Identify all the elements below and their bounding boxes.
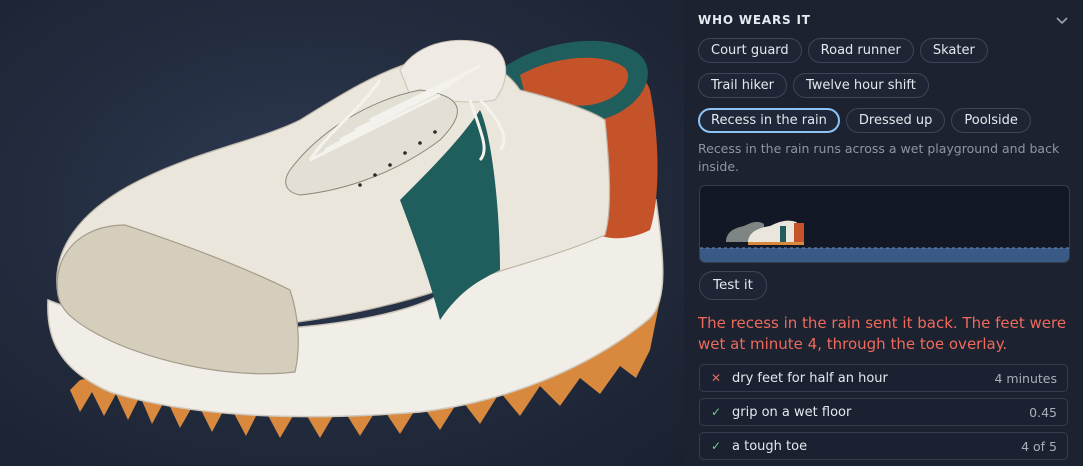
result-message: The recess in the rain sent it back. The…: [698, 314, 1067, 353]
check-label: dry feet for half an hour: [732, 370, 888, 386]
check-value: 0.45: [1029, 404, 1057, 420]
check-label: a tough toe: [732, 438, 808, 454]
check-value: 4 minutes: [994, 370, 1057, 386]
persona-chip-selected[interactable]: Recess in the rain: [698, 108, 840, 133]
check-list: ✕ dry feet for half an hour 4 minutes ✓ …: [699, 364, 1068, 466]
chevron-down-icon[interactable]: [1055, 13, 1069, 27]
persona-chip[interactable]: Twelve hour shift: [792, 73, 929, 98]
persona-chip[interactable]: Poolside: [951, 108, 1031, 133]
check-value: 4 of 5: [1021, 438, 1057, 454]
scenario-scene: [700, 220, 1069, 262]
persona-chips: Court guard Road runner Skater Trail hik…: [698, 38, 1070, 143]
check-row: ✕ dry feet for half an hour 4 minutes: [699, 364, 1068, 392]
check-row: ✓ a tough toe 4 of 5: [699, 432, 1068, 460]
shoe-model: [47, 39, 664, 438]
wet-floor: [700, 248, 1069, 262]
persona-chip[interactable]: Trail hiker: [698, 73, 787, 98]
persona-chip[interactable]: Dressed up: [845, 108, 946, 133]
section-title: WHO WEARS IT: [698, 13, 811, 27]
persona-chip[interactable]: Road runner: [807, 38, 914, 63]
check-row: ✓ grip on a wet floor 0.45: [699, 398, 1068, 426]
persona-chip[interactable]: Skater: [919, 38, 988, 63]
check-icon: ✓: [710, 439, 722, 453]
chip-row: Recess in the rain Dressed up Poolside: [698, 108, 1070, 133]
cross-icon: ✕: [710, 371, 722, 385]
chip-row: Court guard Road runner Skater: [698, 38, 1070, 63]
section-header[interactable]: WHO WEARS IT: [698, 12, 1069, 28]
scenario-preview: [699, 185, 1070, 263]
check-icon: ✓: [710, 405, 722, 419]
shoe-pair-icon: [726, 220, 804, 245]
details-panel: WHO WEARS IT Court guard Road runner Ska…: [684, 0, 1083, 465]
persona-chip[interactable]: Court guard: [698, 38, 802, 63]
persona-description: Recess in the rain runs across a wet pla…: [698, 141, 1060, 174]
shoe-3d-viewport[interactable]: [0, 0, 684, 465]
chip-row: Trail hiker Twelve hour shift: [698, 73, 1070, 98]
check-label: grip on a wet floor: [732, 404, 852, 420]
test-button[interactable]: Test it: [699, 271, 767, 300]
